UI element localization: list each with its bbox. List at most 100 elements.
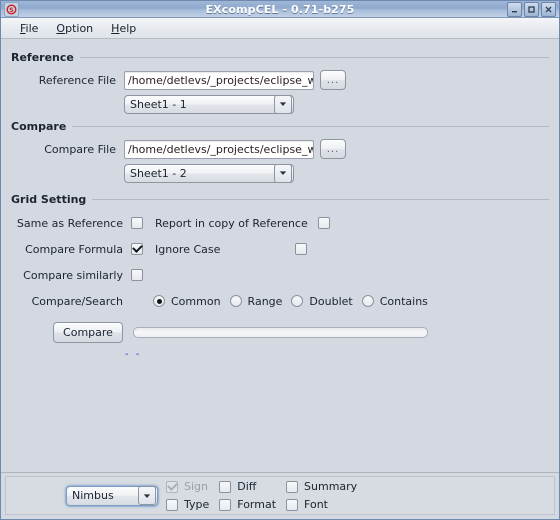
radio-range[interactable]: Range [229, 294, 283, 308]
window-title: EXcompCEL - 0.71-b275 [205, 2, 355, 16]
close-icon[interactable] [541, 1, 556, 17]
report-in-copy-checkbox[interactable] [317, 217, 330, 229]
menu-item-option[interactable]: Option [47, 20, 102, 37]
menu-bar: File Option Help [1, 18, 559, 39]
reference-group-header: Reference [11, 51, 549, 64]
compare-group-title: Compare [11, 120, 67, 133]
format-checkbox[interactable] [219, 498, 232, 511]
same-as-reference-checkbox[interactable] [131, 217, 143, 229]
ignore-case-checkbox[interactable] [295, 243, 307, 255]
compare-formula-checkbox[interactable] [131, 243, 143, 255]
radio-contains-icon [361, 295, 374, 307]
look-and-feel-value: Nimbus [72, 489, 114, 502]
window-controls [507, 1, 559, 17]
summary-checkbox-row[interactable]: Summary [286, 480, 357, 493]
radio-common[interactable]: Common [153, 295, 221, 308]
compare-similarly-label: Compare similarly [23, 268, 123, 282]
minimize-icon[interactable] [507, 1, 522, 17]
diff-checkbox-row[interactable]: Diff [219, 480, 276, 493]
status-label: - - [125, 348, 142, 360]
status-row: - - [11, 346, 549, 362]
compare-group-header: Compare [11, 120, 549, 133]
bottom-bar-inner: Nimbus Sign Diff Summary Type Format Fon… [5, 476, 555, 515]
menu-item-option-rest: ption [65, 21, 94, 35]
compare-formula-row: Compare Formula Ignore Case [11, 236, 549, 262]
radio-doublet[interactable]: Doublet [291, 294, 353, 308]
menu-item-help-rest: elp [119, 21, 137, 35]
summary-label: Summary [304, 480, 358, 493]
compare-sheet-select[interactable]: Sheet1 - 2 [124, 163, 294, 183]
diff-checkbox[interactable] [219, 480, 232, 493]
radio-doublet-icon [291, 295, 304, 307]
compare-similarly-checkbox[interactable] [131, 269, 143, 281]
chevron-down-icon [138, 486, 156, 505]
reference-group-title: Reference [11, 51, 74, 64]
compare-formula-label: Compare Formula [25, 242, 123, 256]
radio-range-icon [229, 295, 242, 307]
reference-file-label: Reference File [38, 73, 116, 87]
grid-setting-group-header: Grid Setting [11, 193, 549, 206]
radio-contains-label: Contains [379, 294, 428, 308]
summary-checkbox[interactable] [286, 480, 299, 493]
radio-range-label: Range [247, 294, 283, 308]
compare-action-row: Compare [11, 318, 549, 346]
compare-similarly-row: Compare similarly [11, 262, 549, 288]
radio-common-label: Common [171, 294, 221, 308]
reference-browse-button[interactable]: ... [320, 70, 346, 90]
compare-file-label: Compare File [44, 142, 116, 156]
grid-setting-group: Grid Setting Same as Reference Report in… [11, 193, 549, 362]
chevron-down-icon [274, 94, 292, 114]
font-checkbox[interactable] [286, 498, 299, 511]
compare-file-input[interactable]: /home/detlevs/_projects/eclipse_work [124, 139, 314, 159]
type-checkbox[interactable] [166, 498, 178, 511]
reference-file-row: Reference File /home/detlevs/_projects/e… [11, 68, 549, 92]
group-divider [79, 57, 549, 58]
compare-file-row: Compare File /home/detlevs/_projects/ecl… [11, 137, 549, 161]
group-divider [72, 126, 549, 127]
diff-label: Diff [237, 480, 257, 493]
compare-sheet-row: Sheet1 - 2 [11, 161, 549, 185]
compare-search-label: Compare/Search [31, 294, 123, 308]
sign-label: Sign [184, 480, 208, 493]
app-icon: S [4, 1, 19, 17]
compare-browse-button[interactable]: ... [320, 139, 346, 159]
ignore-case-label: Ignore Case [155, 242, 221, 256]
report-in-copy-label: Report in copy of Reference [155, 216, 308, 230]
sign-checkbox [166, 480, 178, 493]
svg-text:S: S [9, 6, 14, 14]
reference-sheet-row: Sheet1 - 1 [11, 92, 549, 116]
menu-item-file-rest: ile [25, 21, 39, 35]
maximize-icon[interactable] [524, 1, 539, 17]
same-as-reference-row: Same as Reference Report in copy of Refe… [11, 210, 549, 236]
bottom-bar: Nimbus Sign Diff Summary Type Format Fon… [1, 472, 559, 519]
reference-sheet-value: Sheet1 - 1 [130, 97, 187, 111]
grid-setting-group-title: Grid Setting [11, 193, 87, 206]
compare-progress-bar [133, 326, 428, 338]
compare-search-row: Compare/Search Common Range Doublet Cont… [11, 288, 549, 314]
application-window: S EXcompCEL - 0.71-b275 File Option Help [0, 0, 560, 520]
reference-file-input[interactable]: /home/detlevs/_projects/eclipse_work [124, 70, 314, 90]
title-bar[interactable]: S EXcompCEL - 0.71-b275 [1, 1, 559, 18]
bottom-checkbox-grid: Sign Diff Summary Type Format Font [166, 478, 357, 514]
reference-group: Reference Reference File /home/detlevs/_… [11, 51, 549, 116]
radio-common-icon [153, 295, 165, 307]
chevron-down-icon [274, 163, 292, 183]
font-checkbox-row[interactable]: Font [286, 498, 357, 511]
format-label: Format [237, 498, 277, 511]
radio-doublet-label: Doublet [309, 294, 353, 308]
font-label: Font [304, 498, 328, 511]
group-divider [92, 199, 549, 200]
format-checkbox-row[interactable]: Format [219, 498, 276, 511]
same-as-reference-label: Same as Reference [16, 216, 123, 230]
menu-item-help[interactable]: Help [102, 20, 145, 37]
reference-sheet-select[interactable]: Sheet1 - 1 [124, 94, 294, 114]
compare-sheet-value: Sheet1 - 2 [130, 166, 187, 180]
menu-item-file[interactable]: File [11, 20, 47, 37]
type-checkbox-row[interactable]: Type [166, 498, 209, 511]
compare-button[interactable]: Compare [53, 321, 123, 343]
type-label: Type [184, 498, 210, 511]
radio-contains[interactable]: Contains [361, 294, 428, 308]
sign-checkbox-row: Sign [166, 480, 209, 493]
look-and-feel-select[interactable]: Nimbus [66, 485, 158, 506]
main-content: Reference Reference File /home/detlevs/_… [1, 39, 559, 472]
